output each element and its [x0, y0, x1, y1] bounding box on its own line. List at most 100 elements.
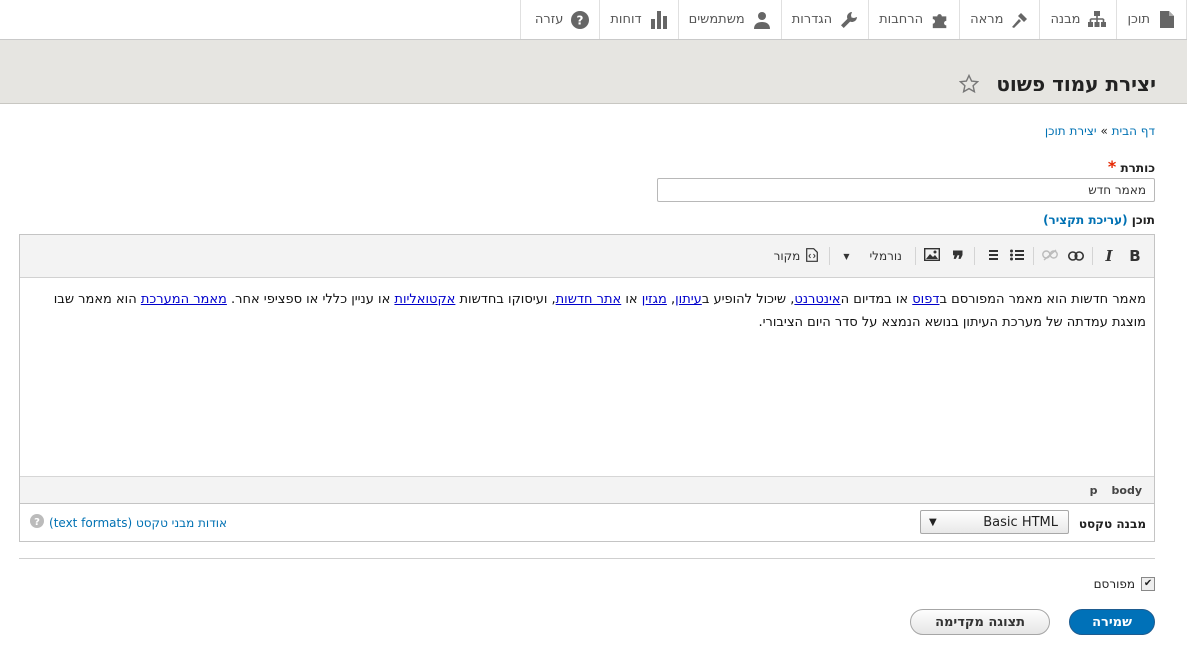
- image-button[interactable]: [919, 243, 945, 269]
- toolbar-item-appearance[interactable]: מראה: [959, 0, 1039, 39]
- toolbar-divider: [829, 247, 831, 265]
- editor-content[interactable]: מאמר חדשות הוא מאמר המפורסם בדפוס או במד…: [20, 278, 1154, 478]
- wrench-icon: [840, 11, 858, 29]
- numbered-list-icon: 123: [981, 247, 998, 265]
- published-field: ✔ מפורסם: [1094, 577, 1155, 591]
- toolbar-item-reports[interactable]: דוחות: [599, 0, 677, 39]
- content-link[interactable]: עיתון: [675, 292, 702, 307]
- format-label: נורמלי: [869, 249, 902, 263]
- divider: [19, 558, 1155, 559]
- toolbar-divider: [1033, 247, 1034, 265]
- toolbar-item-extend[interactable]: הרחבות: [868, 0, 959, 39]
- content-link[interactable]: אתר חדשות: [556, 292, 622, 307]
- toolbar-item-label: עזרה: [534, 12, 564, 27]
- toolbar-items: תוכן מבנה מראה הרחבות הגדרות משתמשים דוח…: [519, 0, 1187, 39]
- svg-text:?: ?: [577, 13, 584, 27]
- toolbar-item-label: תוכן: [1127, 12, 1150, 27]
- source-label: מקור: [773, 249, 801, 263]
- link-button[interactable]: [1063, 243, 1089, 269]
- editor-toolbar: B I 123 ❞: [20, 235, 1154, 278]
- wysiwyg-editor: B I 123 ❞: [19, 234, 1155, 504]
- edit-summary-link[interactable]: (עריכת תקציר): [1043, 213, 1128, 227]
- brush-icon: [1011, 11, 1029, 29]
- published-label: מפורסם: [1093, 577, 1135, 591]
- italic-button[interactable]: I: [1096, 243, 1122, 269]
- content-link[interactable]: מאמר המערכת: [141, 292, 227, 307]
- breadcrumb-current[interactable]: יצירת תוכן: [1045, 124, 1097, 138]
- content-text: או במדיום ה: [840, 292, 913, 307]
- source-icon: [806, 247, 819, 265]
- content-text: ,: [666, 292, 676, 307]
- toolbar-item-label: מראה: [970, 12, 1004, 27]
- chevron-down-icon: ▼: [843, 251, 850, 261]
- file-icon: [1158, 11, 1176, 29]
- preview-button[interactable]: תצוגה מקדימה: [910, 609, 1050, 635]
- toolbar-item-structure[interactable]: מבנה: [1039, 0, 1116, 39]
- toolbar-item-people[interactable]: משתמשים: [677, 0, 781, 39]
- help-icon: ?: [30, 514, 44, 531]
- body-label-text: תוכן: [1131, 213, 1155, 227]
- blockquote-button[interactable]: ❞: [945, 239, 971, 273]
- toolbar-item-label: הרחבות: [879, 12, 924, 27]
- content-text: מאמר חדשות הוא מאמר המפורסם ב: [939, 292, 1146, 307]
- help-icon: ?: [571, 10, 590, 29]
- text-format-value: Basic HTML: [983, 514, 1058, 530]
- star-icon[interactable]: [958, 73, 980, 94]
- content-text: או עניין כללי או ספציפי אחר.: [226, 292, 395, 307]
- person-icon: [753, 11, 771, 29]
- format-dropdown[interactable]: נורמלי ▼: [833, 249, 912, 263]
- body-label: תוכן (עריכת תקציר): [1043, 213, 1155, 227]
- content-link[interactable]: דפוס: [912, 292, 939, 307]
- title-input[interactable]: [657, 178, 1155, 202]
- content-link[interactable]: אינטרנט: [794, 292, 840, 307]
- content-text: או: [621, 292, 642, 307]
- content-text: , שיכול להופיע ב: [701, 292, 795, 307]
- path-item[interactable]: p: [1090, 484, 1098, 497]
- breadcrumb-separator: »: [1100, 124, 1108, 138]
- link-icon: [1068, 247, 1084, 265]
- breadcrumb: דף הבית » יצירת תוכן: [1045, 124, 1155, 138]
- toolbar-divider: [974, 247, 975, 265]
- text-format-help-text: אודות מבני טקסט (text formats): [49, 515, 228, 530]
- svg-text:?: ?: [34, 517, 40, 528]
- admin-toolbar: תוכן מבנה מראה הרחבות הגדרות משתמשים דוח…: [0, 0, 1187, 40]
- sitemap-icon: [1088, 11, 1107, 29]
- unlink-button[interactable]: [1037, 243, 1063, 269]
- breadcrumb-home[interactable]: דף הבית: [1112, 124, 1155, 138]
- text-format-row: מבנה טקסט ▼ Basic HTML אודות מבני טקסט (…: [19, 504, 1155, 542]
- toolbar-item-label: דוחות: [610, 12, 642, 27]
- bar-chart-icon: [650, 10, 668, 29]
- numbered-list-button[interactable]: 123: [978, 243, 1004, 269]
- text-format-label: מבנה טקסט: [1078, 517, 1146, 531]
- path-item[interactable]: body: [1112, 484, 1142, 497]
- page-title: יצירת עמוד פשוט: [996, 72, 1156, 96]
- published-checkbox[interactable]: ✔: [1141, 577, 1155, 591]
- element-path: body p: [20, 476, 1154, 503]
- bulleted-list-icon: [1010, 247, 1024, 265]
- puzzle-icon: [931, 11, 949, 29]
- toolbar-item-help[interactable]: ? עזרה: [519, 0, 599, 39]
- image-icon: [923, 247, 941, 265]
- bulleted-list-button[interactable]: [1004, 243, 1030, 269]
- text-format-select[interactable]: ▼ Basic HTML: [920, 510, 1069, 534]
- required-marker: *: [1107, 157, 1117, 176]
- toolbar-divider: [1092, 247, 1093, 265]
- chevron-down-icon: ▼: [929, 516, 937, 528]
- title-label: כותרת *: [1108, 157, 1155, 176]
- toolbar-item-label: משתמשים: [688, 12, 745, 27]
- toolbar-item-content[interactable]: תוכן: [1116, 0, 1187, 39]
- content-link[interactable]: מגזין: [642, 292, 667, 307]
- page-header: יצירת עמוד פשוט: [0, 40, 1187, 104]
- source-button[interactable]: מקור: [766, 247, 827, 265]
- unlink-icon: [1042, 247, 1058, 265]
- content-link[interactable]: אקטואליות: [394, 292, 455, 307]
- toolbar-item-config[interactable]: הגדרות: [780, 0, 868, 39]
- toolbar-item-label: הגדרות: [791, 12, 833, 27]
- text-format-help-link[interactable]: אודות מבני טקסט (text formats) ?: [30, 514, 227, 531]
- save-button[interactable]: שמירה: [1069, 609, 1155, 635]
- title-label-text: כותרת: [1120, 161, 1155, 175]
- toolbar-item-label: מבנה: [1050, 12, 1081, 27]
- bold-button[interactable]: B: [1122, 243, 1148, 269]
- content-text: , ועיסוקו בחדשות: [455, 292, 556, 307]
- toolbar-divider: [915, 247, 916, 265]
